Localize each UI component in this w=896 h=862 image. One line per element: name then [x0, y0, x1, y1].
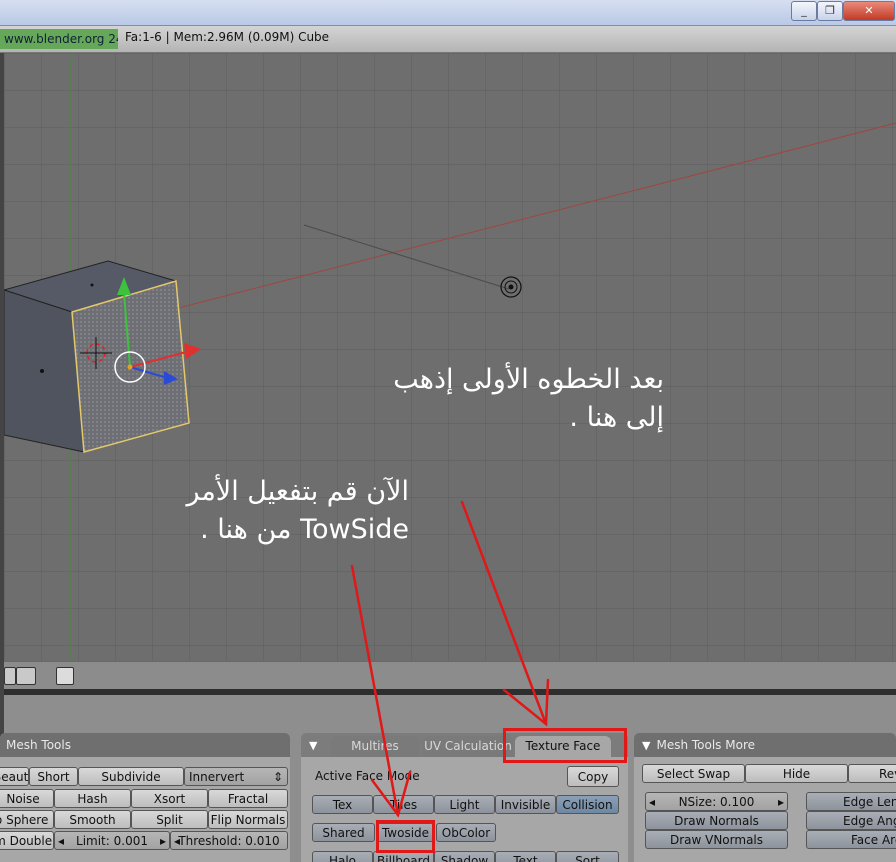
annotation-step-text: بعد الخطوه الأولى إذهب إلى هنا . [393, 364, 664, 433]
annotation-activate-text: الآن قم بتفعيل الأمر TowSide من هنا . [186, 476, 409, 545]
arrow-to-twoside [350, 564, 400, 817]
